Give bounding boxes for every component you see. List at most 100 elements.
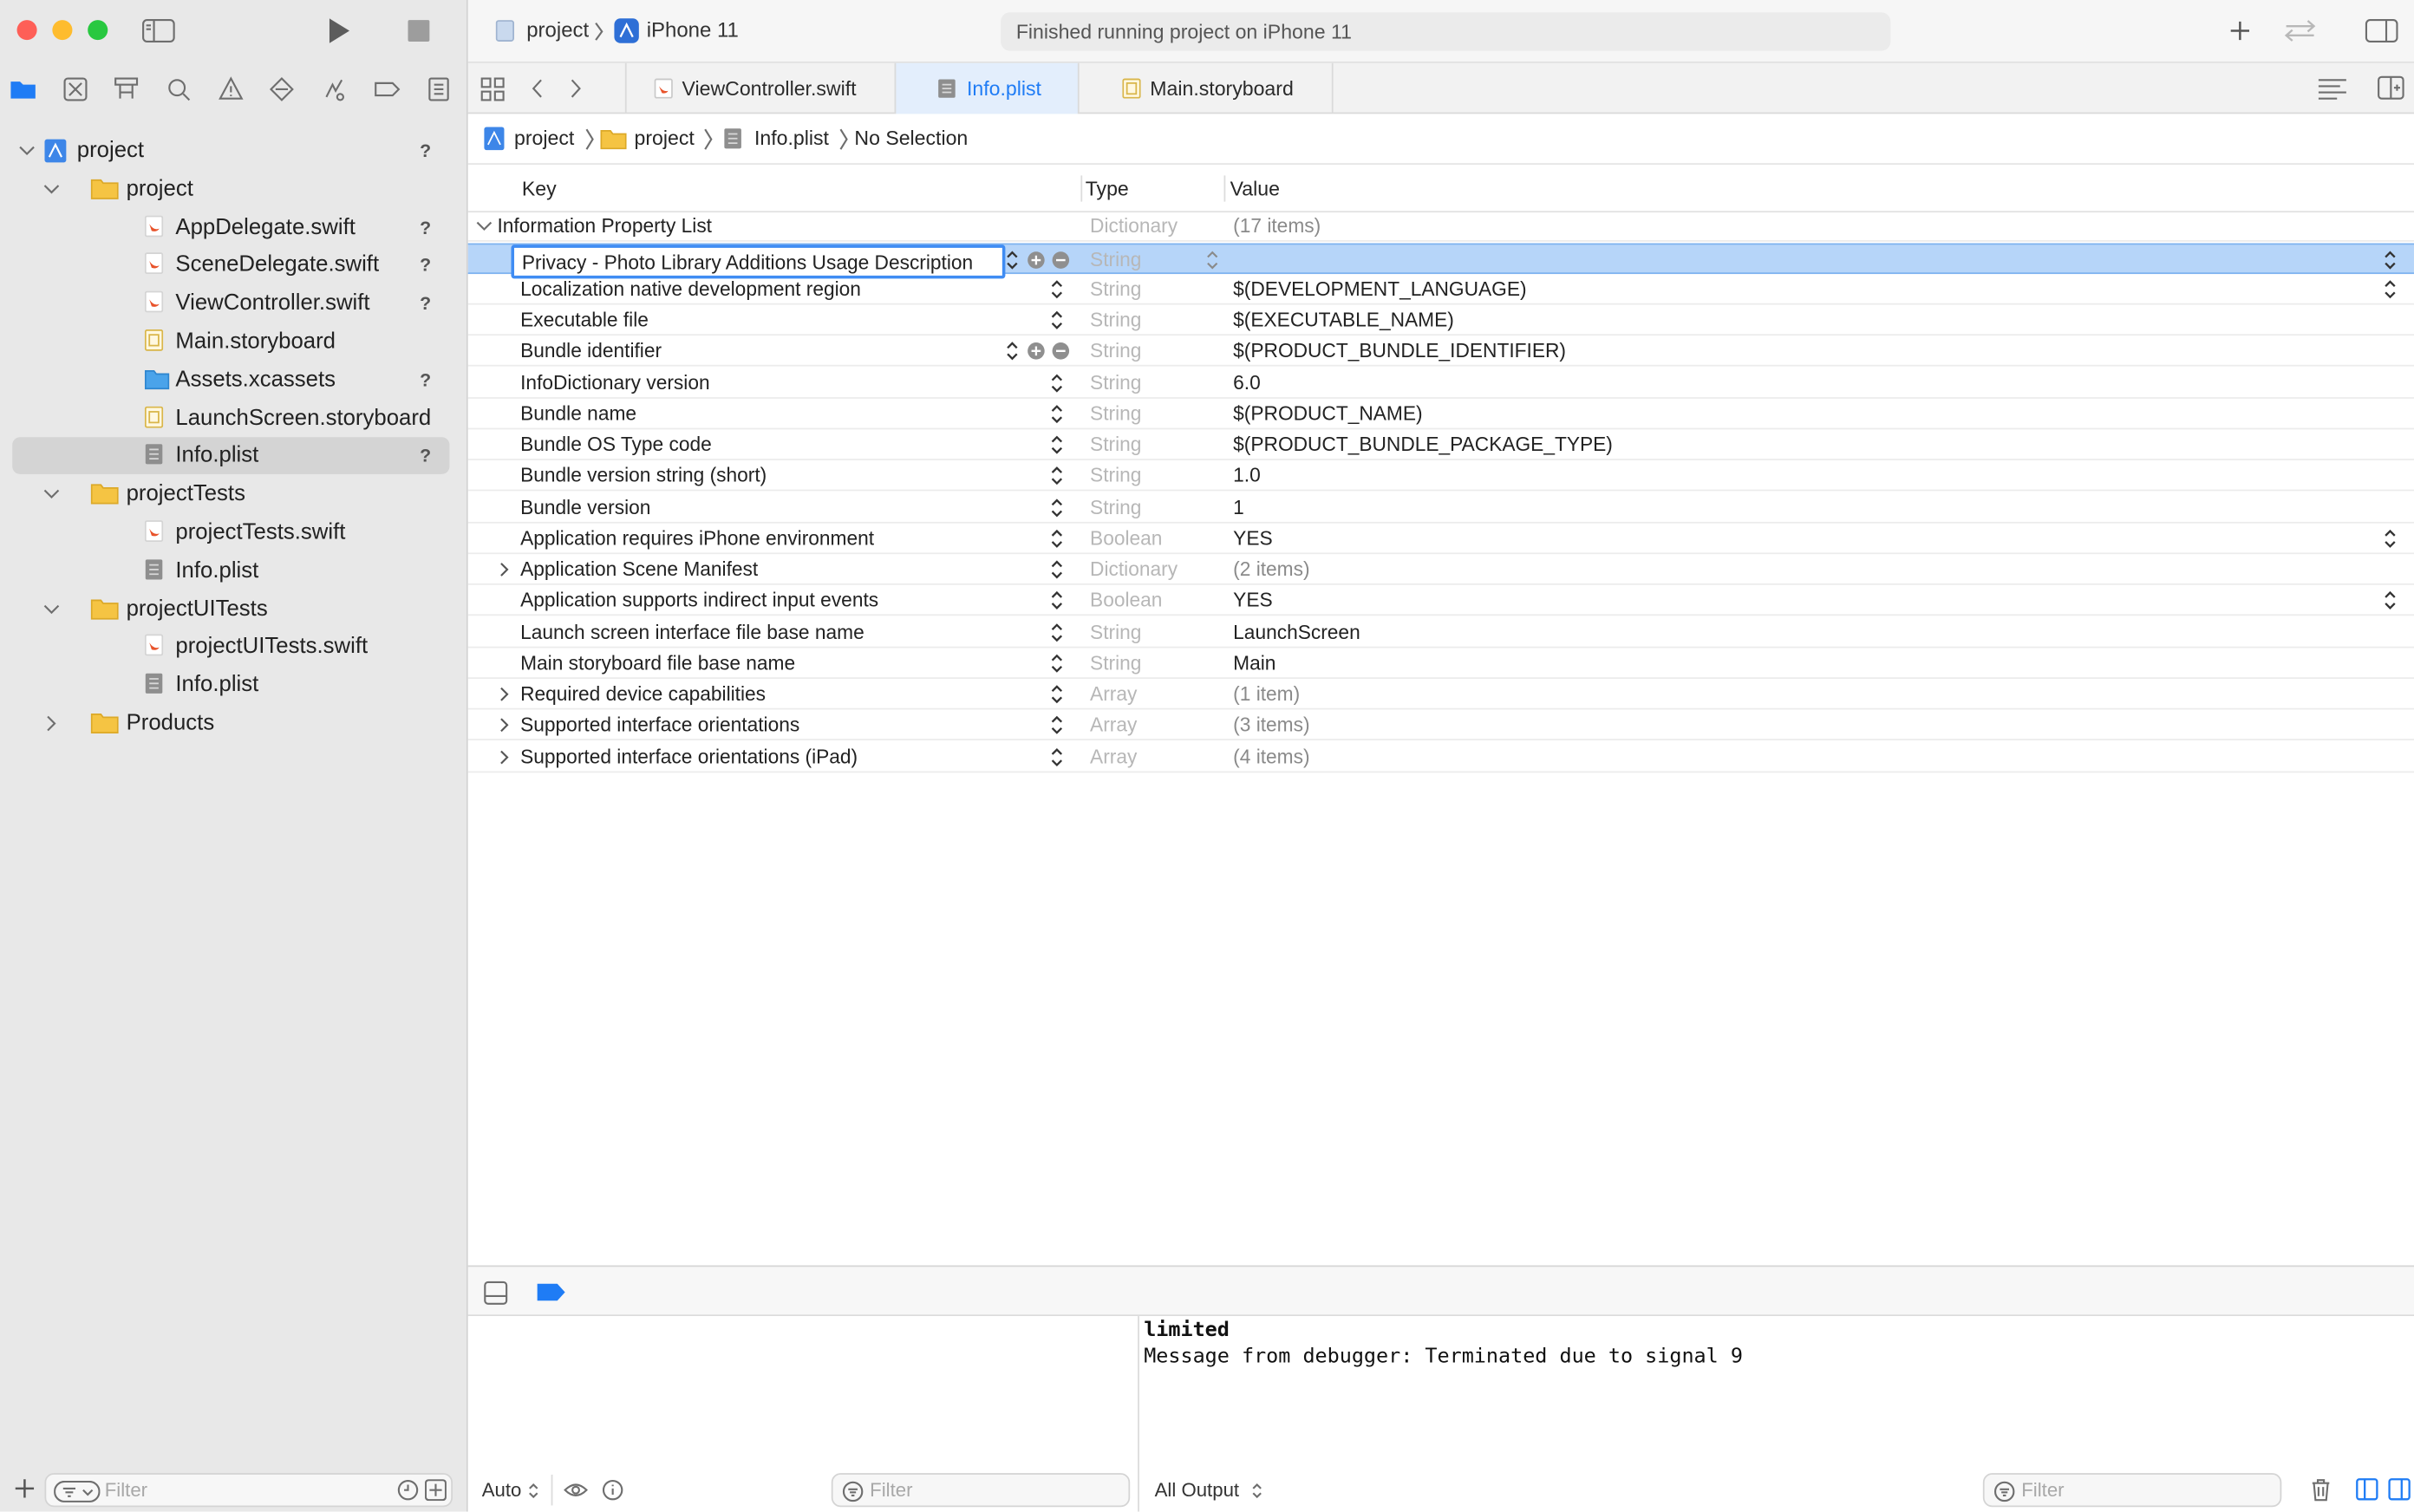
value-column-header[interactable]: Value bbox=[1230, 177, 1280, 200]
plist-row[interactable]: Localization native development region St… bbox=[467, 274, 2414, 305]
plist-type[interactable]: Dictionary bbox=[1090, 557, 1178, 581]
tree-item[interactable]: projectTests.swift bbox=[12, 514, 449, 551]
value-picker-icon[interactable] bbox=[2383, 590, 2397, 611]
remove-row-icon[interactable] bbox=[1052, 342, 1070, 361]
value-picker-icon[interactable] bbox=[2383, 528, 2397, 550]
symbol-navigator-icon[interactable] bbox=[113, 75, 140, 103]
output-selector[interactable]: All Output bbox=[1155, 1479, 1239, 1501]
key-column-header[interactable]: Key bbox=[522, 177, 557, 200]
plist-value[interactable]: $(PRODUCT_BUNDLE_IDENTIFIER) bbox=[1233, 339, 1566, 362]
disclosure-closed-icon[interactable] bbox=[499, 562, 509, 577]
plist-type[interactable]: String bbox=[1090, 247, 1141, 270]
tree-item[interactable]: projectTests bbox=[12, 476, 449, 513]
find-navigator-icon[interactable] bbox=[165, 75, 192, 103]
plist-value[interactable]: LaunchScreen bbox=[1233, 620, 1360, 643]
plist-type[interactable]: String bbox=[1090, 433, 1141, 456]
plist-value[interactable]: 1.0 bbox=[1233, 464, 1261, 487]
back-icon[interactable] bbox=[532, 79, 544, 99]
tree-item[interactable]: Assets.xcassets? bbox=[12, 362, 449, 399]
minimize-window-button[interactable] bbox=[52, 20, 73, 41]
device-selector[interactable]: iPhone 11 bbox=[647, 18, 739, 42]
key-picker-icon[interactable] bbox=[1050, 714, 1064, 736]
plist-type[interactable]: Array bbox=[1090, 682, 1137, 706]
trash-icon[interactable] bbox=[2309, 1477, 2332, 1502]
disclosure-closed-icon[interactable] bbox=[499, 687, 509, 702]
disclosure-closed-icon[interactable] bbox=[43, 714, 59, 733]
value-picker-icon[interactable] bbox=[2383, 249, 2397, 270]
key-picker-icon[interactable] bbox=[1005, 341, 1019, 362]
plist-value[interactable]: Main bbox=[1233, 651, 1276, 675]
zoom-window-button[interactable] bbox=[88, 20, 108, 41]
plist-type[interactable]: Boolean bbox=[1090, 526, 1162, 550]
key-picker-icon[interactable] bbox=[1005, 249, 1019, 270]
tree-item[interactable]: SceneDelegate.swift? bbox=[12, 247, 449, 284]
disclosure-closed-icon[interactable] bbox=[499, 749, 509, 765]
key-picker-icon[interactable] bbox=[1050, 683, 1064, 705]
close-window-button[interactable] bbox=[16, 20, 37, 41]
add-row-icon[interactable] bbox=[1027, 251, 1045, 269]
add-file-icon[interactable] bbox=[14, 1477, 36, 1499]
plist-row[interactable]: Application Scene Manifest Dictionary (2 i… bbox=[467, 554, 2414, 585]
issue-navigator-icon[interactable] bbox=[217, 75, 245, 103]
key-picker-icon[interactable] bbox=[1050, 466, 1064, 487]
breadcrumb-project[interactable]: project bbox=[514, 127, 574, 150]
tree-item[interactable]: AppDelegate.swift? bbox=[12, 209, 449, 246]
type-picker-icon[interactable] bbox=[1205, 249, 1219, 270]
plist-key[interactable]: Application Scene Manifest bbox=[520, 557, 758, 581]
report-navigator-icon[interactable] bbox=[425, 75, 453, 103]
plist-row[interactable]: InfoDictionary version String 6.0 bbox=[467, 367, 2414, 398]
plist-key[interactable]: Bundle version bbox=[520, 495, 650, 518]
plist-key[interactable]: Bundle version string (short) bbox=[520, 464, 767, 487]
related-items-icon[interactable] bbox=[480, 77, 505, 101]
test-navigator-icon[interactable] bbox=[268, 75, 296, 103]
plist-key[interactable]: Supported interface orientations bbox=[520, 714, 799, 737]
remove-row-icon[interactable] bbox=[1052, 251, 1070, 269]
key-picker-icon[interactable] bbox=[1050, 497, 1064, 518]
plist-type[interactable]: Array bbox=[1090, 744, 1137, 767]
tree-item[interactable]: Info.plist bbox=[12, 552, 449, 590]
tree-item[interactable]: Products bbox=[12, 705, 449, 742]
plist-row[interactable]: Privacy - Photo Library Additions Usage … bbox=[467, 242, 2414, 278]
sidebar-toggle-icon[interactable] bbox=[141, 18, 175, 43]
disclosure-open-icon[interactable] bbox=[43, 600, 60, 618]
variables-filter-field[interactable]: Filter bbox=[831, 1473, 1131, 1508]
plist-value[interactable]: YES bbox=[1233, 589, 1272, 612]
plist-key[interactable]: Main storyboard file base name bbox=[520, 651, 795, 675]
plist-type[interactable]: String bbox=[1090, 620, 1141, 643]
project-navigator-icon[interactable] bbox=[10, 75, 37, 103]
disclosure-open-icon[interactable] bbox=[476, 220, 493, 232]
source-control-filter-icon[interactable] bbox=[425, 1479, 447, 1502]
recent-files-icon[interactable] bbox=[397, 1479, 419, 1501]
breadcrumb-file[interactable]: Info.plist bbox=[754, 127, 829, 150]
disclosure-open-icon[interactable] bbox=[43, 486, 60, 504]
plist-row[interactable]: Bundle version String 1 bbox=[467, 492, 2414, 523]
code-review-icon[interactable] bbox=[2281, 18, 2319, 42]
tree-item[interactable]: Main.storyboard bbox=[12, 323, 449, 361]
plist-key[interactable]: Localization native development region bbox=[520, 277, 861, 300]
add-row-icon[interactable] bbox=[1027, 342, 1045, 361]
value-picker-icon[interactable] bbox=[2383, 278, 2397, 300]
plist-key[interactable]: Bundle name bbox=[520, 401, 636, 425]
run-button[interactable] bbox=[325, 17, 353, 45]
plist-key[interactable]: Bundle identifier bbox=[520, 339, 662, 362]
plist-value[interactable]: 6.0 bbox=[1233, 370, 1261, 394]
plist-key[interactable]: Application requires iPhone environment bbox=[520, 526, 874, 550]
type-column-header[interactable]: Type bbox=[1086, 177, 1129, 200]
variables-scope-selector[interactable]: Auto bbox=[482, 1479, 522, 1501]
breakpoint-navigator-icon[interactable] bbox=[373, 75, 401, 103]
tree-item[interactable]: Info.plist bbox=[12, 667, 449, 704]
plist-type[interactable]: String bbox=[1090, 495, 1141, 518]
plist-value[interactable]: (4 items) bbox=[1233, 744, 1309, 767]
plist-row[interactable]: Required device capabilities Array (1 item… bbox=[467, 679, 2414, 710]
plist-row[interactable]: Application supports indirect input even… bbox=[467, 585, 2414, 616]
plist-key[interactable]: Supported interface orientations (iPad) bbox=[520, 744, 858, 767]
plist-value[interactable]: (1 item) bbox=[1233, 682, 1300, 706]
tab-main-storyboard[interactable]: Main.storyboard bbox=[1080, 62, 1334, 114]
key-picker-icon[interactable] bbox=[1050, 746, 1064, 767]
tree-item[interactable]: projectUITests.swift bbox=[12, 629, 449, 666]
tab-viewcontroller-swift[interactable]: ViewController.swift bbox=[624, 62, 895, 114]
plist-key[interactable]: InfoDictionary version bbox=[520, 370, 709, 394]
stop-button[interactable] bbox=[408, 20, 430, 42]
key-picker-icon[interactable] bbox=[1050, 434, 1064, 456]
breadcrumb-selection[interactable]: No Selection bbox=[854, 127, 968, 150]
